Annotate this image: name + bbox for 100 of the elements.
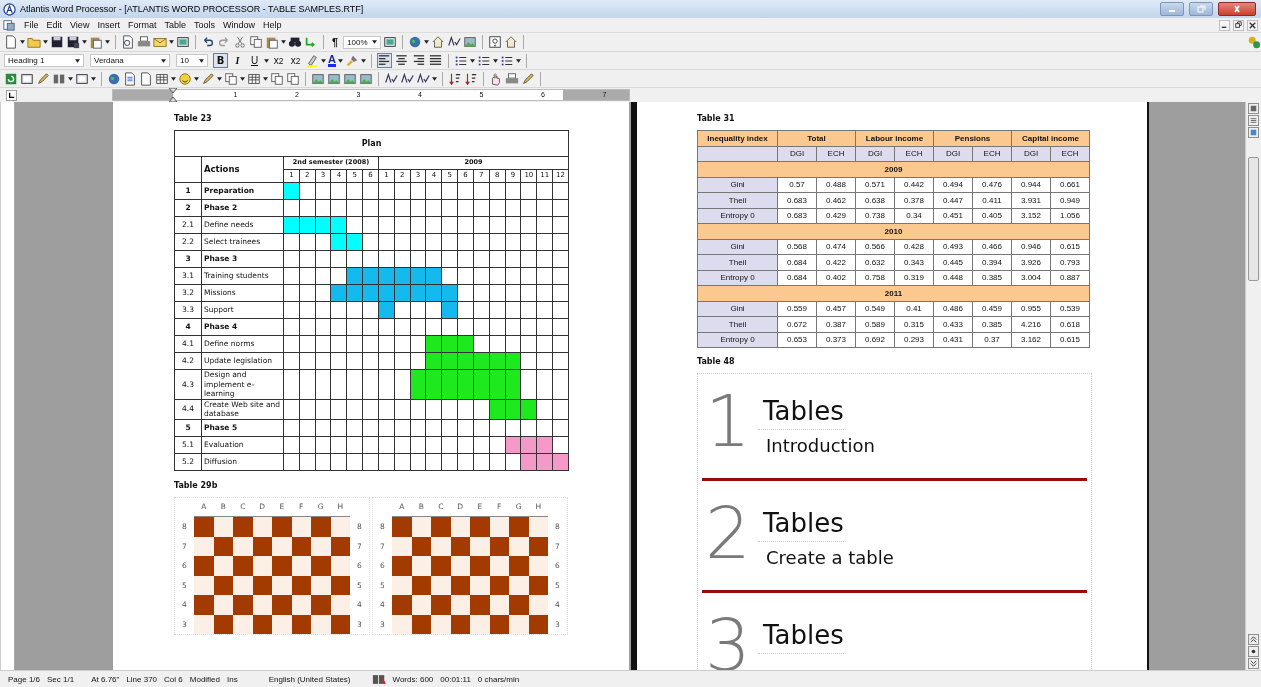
view-mode-icon[interactable] <box>1248 115 1259 126</box>
document-icon[interactable] <box>123 71 137 86</box>
document-icon[interactable] <box>3 19 15 31</box>
minimize-icon[interactable] <box>1219 19 1230 31</box>
caret-icon[interactable] <box>515 58 521 63</box>
restore-icon[interactable] <box>1233 19 1244 31</box>
menu-item[interactable]: View <box>66 20 94 30</box>
table-icon[interactable] <box>247 71 261 86</box>
clipboard-icon[interactable] <box>265 35 279 49</box>
page-down-icon[interactable] <box>1248 658 1259 669</box>
new-page-icon[interactable] <box>4 35 18 49</box>
window-icon[interactable] <box>75 71 89 86</box>
caret-icon[interactable] <box>469 58 475 63</box>
caret-icon[interactable] <box>264 58 269 63</box>
save-all-icon[interactable] <box>66 35 80 49</box>
image-icon[interactable] <box>359 71 373 86</box>
image-icon[interactable] <box>311 71 325 86</box>
brush-icon[interactable] <box>344 53 359 68</box>
scroll-thumb[interactable] <box>1248 157 1259 281</box>
copy-icon[interactable] <box>224 71 238 86</box>
menu-item[interactable]: Help <box>258 20 286 30</box>
image-icon[interactable] <box>343 71 357 86</box>
caret-icon[interactable] <box>263 76 268 81</box>
copy-icon[interactable] <box>249 35 263 49</box>
caret-icon[interactable] <box>194 76 199 81</box>
undo-icon[interactable] <box>201 35 215 49</box>
format-button[interactable]: I <box>230 53 245 68</box>
caret-icon[interactable] <box>432 76 437 81</box>
caret-icon[interactable] <box>372 40 378 44</box>
caret-icon[interactable] <box>75 58 80 63</box>
tab-stop-button[interactable] <box>6 89 17 101</box>
minimize-button[interactable] <box>1160 2 1184 16</box>
help-icon[interactable] <box>488 35 503 49</box>
copy-icon[interactable] <box>270 71 284 86</box>
close-button[interactable] <box>1218 2 1256 16</box>
window-icon[interactable] <box>20 71 34 86</box>
indent-marker-icon[interactable] <box>169 88 177 102</box>
menu-item[interactable]: Insert <box>93 20 124 30</box>
house-icon[interactable] <box>431 35 446 49</box>
caret-icon[interactable] <box>105 40 110 44</box>
clipboard-icon[interactable] <box>89 35 103 49</box>
style-dropdown[interactable]: Heading 1 <box>4 54 84 67</box>
view-mode-icon[interactable] <box>1248 127 1259 138</box>
view-mode-icon[interactable] <box>1248 103 1259 114</box>
vertical-scrollbar[interactable] <box>1245 102 1261 670</box>
menu-item[interactable]: File <box>20 20 43 30</box>
binoculars-icon[interactable] <box>288 35 302 49</box>
caret-icon[interactable] <box>199 58 204 63</box>
caret-icon[interactable] <box>281 40 286 44</box>
caret-icon[interactable] <box>82 40 87 44</box>
caret-icon[interactable] <box>424 40 430 44</box>
print-preview-icon[interactable] <box>121 35 135 49</box>
monitor-icon[interactable] <box>176 35 190 49</box>
caret-icon[interactable] <box>171 76 176 81</box>
paragraph-mark-button[interactable]: ¶ <box>329 36 342 48</box>
image-icon[interactable] <box>463 35 478 49</box>
menu-item[interactable]: Edit <box>42 20 67 30</box>
align-justify-icon[interactable] <box>427 53 443 68</box>
caret-icon[interactable] <box>43 40 48 44</box>
spell-check-icon[interactable] <box>384 71 398 86</box>
caret-icon[interactable] <box>169 40 174 44</box>
caret-icon[interactable] <box>492 58 498 63</box>
caret-icon[interactable] <box>240 76 245 81</box>
caret-icon[interactable] <box>161 58 166 63</box>
menu-item[interactable]: Tools <box>189 20 219 30</box>
menu-item[interactable]: Window <box>218 20 259 30</box>
hand-icon[interactable] <box>489 71 503 86</box>
menu-item[interactable]: Format <box>123 20 161 30</box>
format-button[interactable]: B <box>213 53 228 68</box>
book-icon[interactable] <box>371 673 386 685</box>
save-icon[interactable] <box>50 35 64 49</box>
caret-icon[interactable] <box>321 58 326 63</box>
font-size-dropdown[interactable]: 10 <box>176 54 208 67</box>
pencil-icon[interactable] <box>36 71 50 86</box>
pencil-icon[interactable] <box>521 71 535 86</box>
caret-icon[interactable] <box>68 76 73 81</box>
copy-icon[interactable] <box>286 71 300 86</box>
table-icon[interactable] <box>155 71 169 86</box>
spell-check-icon[interactable] <box>400 71 414 86</box>
highlighter-icon[interactable] <box>305 53 319 68</box>
caret-icon[interactable] <box>217 76 222 81</box>
font-color-button[interactable]: A <box>328 54 336 67</box>
refresh-icon[interactable] <box>4 71 18 86</box>
caret-icon[interactable] <box>20 40 25 44</box>
spell-check-icon[interactable] <box>447 35 462 49</box>
house-icon[interactable] <box>504 35 519 49</box>
close-icon[interactable] <box>1247 19 1258 31</box>
format-button[interactable]: U <box>247 53 262 68</box>
globe-icon[interactable] <box>408 35 423 49</box>
font-dropdown[interactable]: Verdana <box>90 54 170 67</box>
caret-icon[interactable] <box>337 58 343 63</box>
monitor-icon[interactable] <box>383 35 398 49</box>
page-up-icon[interactable] <box>1248 634 1259 645</box>
printer-icon[interactable] <box>505 71 519 86</box>
globe-icon[interactable] <box>107 71 121 86</box>
caret-icon[interactable] <box>360 58 366 63</box>
browse-object-icon[interactable] <box>1248 646 1259 657</box>
sort-icon[interactable] <box>448 71 462 86</box>
zoom-dropdown[interactable]: 100% <box>343 35 382 49</box>
align-center-icon[interactable] <box>393 53 409 68</box>
